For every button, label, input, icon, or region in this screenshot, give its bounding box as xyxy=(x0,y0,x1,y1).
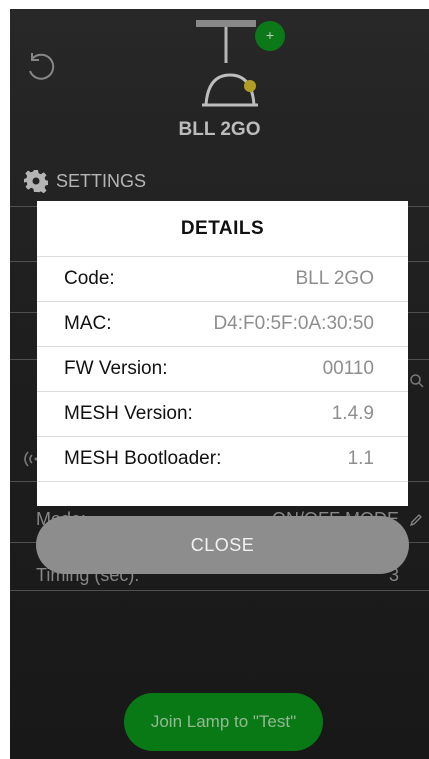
detail-label: MESH Bootloader: xyxy=(64,448,222,469)
detail-label: MESH Version: xyxy=(64,403,193,424)
detail-value: D4:F0:5F:0A:30:50 xyxy=(213,313,374,334)
detail-value: 1.1 xyxy=(347,448,374,469)
detail-row-mac: MAC: D4:F0:5F:0A:30:50 xyxy=(37,301,408,346)
detail-value: 1.4.9 xyxy=(331,403,374,424)
detail-value: 00110 xyxy=(322,358,374,379)
detail-label: Code: xyxy=(64,268,115,289)
detail-row-code: Code: BLL 2GO xyxy=(37,256,408,301)
detail-label: MAC: xyxy=(64,313,112,334)
detail-label: FW Version: xyxy=(64,358,168,379)
detail-row-mesh-version: MESH Version: 1.4.9 xyxy=(37,391,408,436)
details-dialog: DETAILS Code: BLL 2GO MAC: D4:F0:5F:0A:3… xyxy=(37,201,408,506)
detail-row-fw-version: FW Version: 00110 xyxy=(37,346,408,391)
divider xyxy=(37,481,408,482)
app-screen: + BLL 2GO SETTINGS Mode: ON/OFF MODE Tim… xyxy=(10,9,429,759)
dialog-title: DETAILS xyxy=(180,218,265,239)
close-button[interactable]: CLOSE xyxy=(36,516,409,574)
detail-value: BLL 2GO xyxy=(295,268,374,289)
detail-row-mesh-bootloader: MESH Bootloader: 1.1 xyxy=(37,436,408,481)
